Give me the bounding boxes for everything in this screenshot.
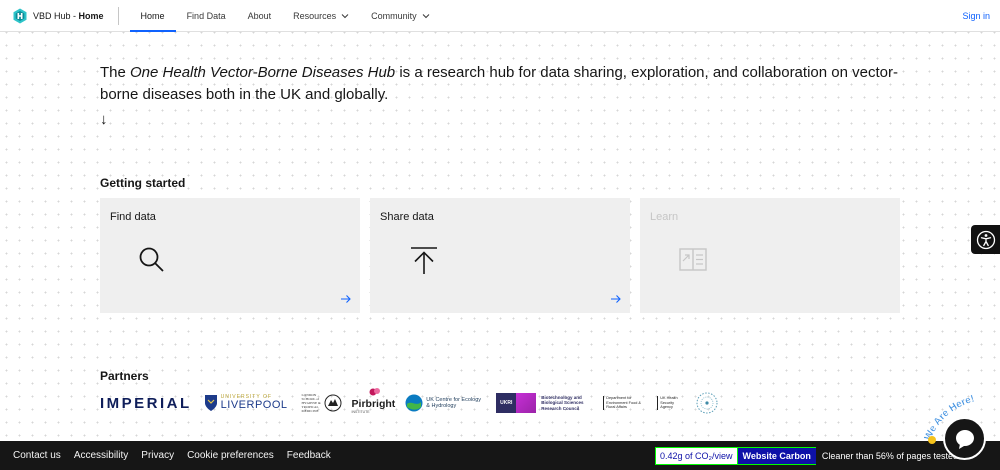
upload-icon xyxy=(411,247,437,274)
pirbright-mark-icon xyxy=(369,387,380,395)
arrow-right-icon xyxy=(341,295,351,303)
getting-started-heading: Getting started xyxy=(100,176,186,190)
nav-resources[interactable]: Resources xyxy=(282,0,360,31)
accessibility-button[interactable] xyxy=(971,225,1000,254)
lshtm-logo[interactable]: LONDON SCHOOL of HYGIENE & TROPICAL MEDI… xyxy=(302,393,342,413)
partners-heading: Partners xyxy=(100,369,149,383)
tile-share-data[interactable]: Share data xyxy=(370,198,630,313)
website-carbon-badge[interactable]: 0.42g of CO₂/view Website Carbon Cleaner… xyxy=(655,447,964,465)
bbsrc-logo[interactable]: UKRI Biotechnology and Biological Scienc… xyxy=(496,393,593,413)
sign-in-link[interactable]: Sign in xyxy=(962,0,990,32)
tile-title: Find data xyxy=(110,211,156,223)
nav-home[interactable]: Home xyxy=(129,0,176,32)
carbon-brand[interactable]: Website Carbon xyxy=(737,447,816,465)
chevron-down-icon xyxy=(422,13,430,18)
hub-name: One Health Vector-Borne Diseases Hub xyxy=(130,64,396,81)
nav-community[interactable]: Community xyxy=(360,0,441,31)
accessibility-icon xyxy=(976,230,995,249)
liverpool-shield-icon xyxy=(204,395,217,411)
scroll-down-arrow-icon[interactable]: ↓ xyxy=(100,111,108,128)
liverpool-logo[interactable]: UNIVERSITY OF LIVERPOOL xyxy=(204,394,288,412)
footer-privacy-link[interactable]: Privacy xyxy=(141,450,174,461)
ukhsa-logo[interactable]: UK Health Security Agency xyxy=(657,396,683,410)
nav-about[interactable]: About xyxy=(237,0,283,31)
footer-contact-link[interactable]: Contact us xyxy=(13,450,61,461)
lshtm-crest-icon xyxy=(324,394,342,412)
main-nav: Home Find Data About Resources Community xyxy=(129,0,441,32)
pirbright-logo[interactable]: Pirbright INSTITUTE xyxy=(352,387,395,414)
partners-logos: IMPERIAL UNIVERSITY OF LIVERPOOL LONDON … xyxy=(100,387,719,417)
partner-network-logo-icon[interactable] xyxy=(695,391,719,415)
brand-text: VBD Hub - Home xyxy=(33,10,104,21)
footer-accessibility-link[interactable]: Accessibility xyxy=(74,450,128,461)
site-header: VBD Hub - Home Home Find Data About Reso… xyxy=(0,0,1000,32)
defra-logo[interactable]: Department for Environment Food & Rural … xyxy=(603,396,647,410)
chat-bubble-icon xyxy=(955,429,974,449)
tile-find-data[interactable]: Find data xyxy=(100,198,360,313)
imperial-logo[interactable]: IMPERIAL xyxy=(100,395,192,412)
intro-text: The One Health Vector-Borne Diseases Hub… xyxy=(100,64,898,103)
arrow-right-icon xyxy=(611,295,621,303)
document-icon xyxy=(679,248,707,271)
footer-feedback-link[interactable]: Feedback xyxy=(287,450,331,461)
search-icon xyxy=(139,247,164,272)
carbon-value: 0.42g of CO₂/view xyxy=(655,447,738,465)
header-divider xyxy=(117,6,119,25)
ukri-mark: UKRI xyxy=(496,393,517,413)
chat-launcher-button[interactable] xyxy=(943,417,986,460)
bbsrc-color-block xyxy=(516,393,537,413)
carbon-cleaner-text: Cleaner than 56% of pages tested xyxy=(821,451,958,461)
tile-title: Learn xyxy=(650,211,679,223)
ukceh-globe-icon xyxy=(405,394,423,412)
brand-link[interactable]: VBD Hub - Home xyxy=(0,0,104,31)
nav-find-data[interactable]: Find Data xyxy=(176,0,237,31)
tile-learn: Learn xyxy=(640,198,900,313)
tile-title: Share data xyxy=(380,211,434,223)
vbd-hub-logo-icon xyxy=(13,8,27,23)
chevron-down-icon xyxy=(341,13,349,18)
ukceh-logo[interactable]: UK Centre for Ecology & Hydrology xyxy=(405,394,484,412)
footer-cookie-preferences-link[interactable]: Cookie preferences xyxy=(187,450,274,461)
site-footer: Contact us Accessibility Privacy Cookie … xyxy=(0,441,1000,470)
